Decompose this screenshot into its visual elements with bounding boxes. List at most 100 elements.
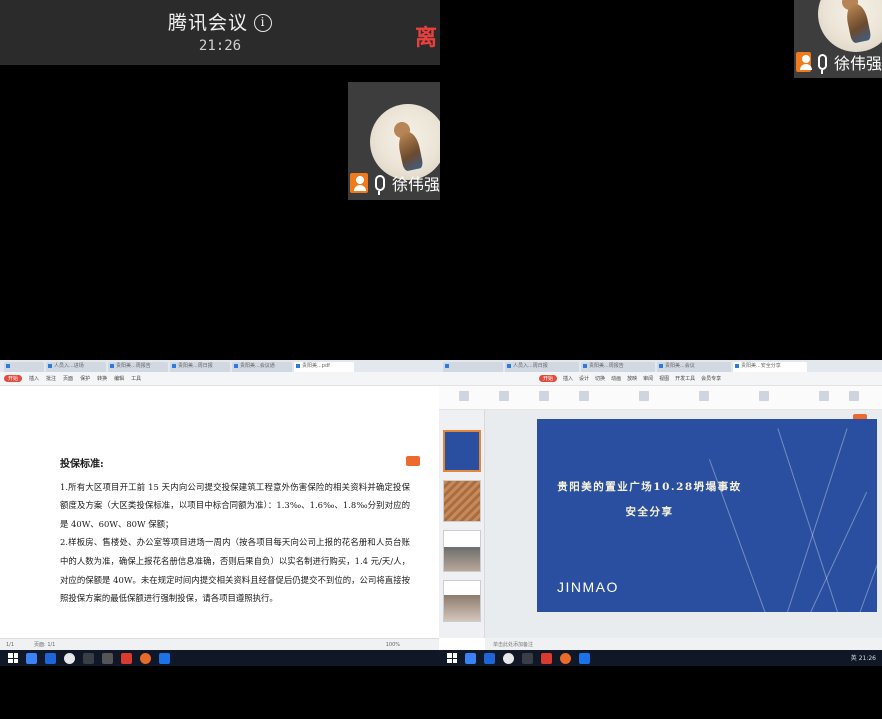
- taskbar-app-icon[interactable]: [541, 652, 552, 664]
- leave-meeting-button[interactable]: 离: [415, 20, 437, 52]
- user-icon: [350, 173, 369, 193]
- slide-title: 贵阳美的置业广场10.28坍塌事故 安全分享: [537, 475, 762, 525]
- document-status-bar: 1/1 页面: 1/1 100%: [0, 638, 440, 650]
- wps-tab[interactable]: 贵阳美...会议通: [232, 362, 292, 372]
- windows-start-icon[interactable]: [8, 653, 18, 663]
- taskbar-app-icon[interactable]: [121, 652, 132, 664]
- status-pages: 页面: 1/1: [34, 642, 56, 648]
- taskbar-app-icon[interactable]: [159, 652, 170, 664]
- document-page: 投保标准: 1.所有大区项目开工前 15 天内向公司提交投保建筑工程意外伤害保险…: [0, 390, 440, 638]
- wps-tab-active[interactable]: 贵阳美...pdf: [294, 362, 354, 372]
- info-icon[interactable]: i: [254, 14, 272, 32]
- status-page: 1/1: [6, 641, 15, 648]
- jinmao-logo: JINMAO: [557, 579, 619, 595]
- toolbar-icon[interactable]: [639, 391, 649, 401]
- windows-taskbar-right: 英 21:26: [439, 650, 882, 666]
- microphone-icon[interactable]: [818, 54, 827, 74]
- meeting-header: 腾讯会议 i 21:26 离: [0, 0, 440, 65]
- ribbon-tab[interactable]: 插入: [29, 375, 39, 382]
- ribbon-tab[interactable]: 视图: [659, 375, 669, 382]
- shared-screen-document: 人员入...进场 贵阳美...周报告 贵阳美...周日报 贵阳美...会议通 贵…: [0, 360, 440, 650]
- participant-name-bar: 徐伟强: [794, 49, 882, 75]
- toolbar-icon[interactable]: [699, 391, 709, 401]
- wps-tab[interactable]: 人员入...进场: [46, 362, 106, 372]
- document-paragraph: 2.样板房、售楼处、办公室等项目进场一周内（按各项目每天向公司上报的花名册和人员…: [60, 537, 410, 604]
- toolbar-icon[interactable]: [539, 391, 549, 401]
- status-zoom[interactable]: 100%: [386, 642, 400, 648]
- wps-tab[interactable]: [4, 362, 44, 372]
- slide-notes[interactable]: 单击此处添加备注: [485, 638, 882, 650]
- ribbon-tab[interactable]: 插入: [563, 375, 573, 382]
- toolbar-icon[interactable]: [819, 391, 829, 401]
- taskbar-app-icon[interactable]: [64, 652, 75, 664]
- meeting-clock: 21:26: [198, 38, 242, 54]
- slide-title-line2: 安全分享: [625, 506, 674, 518]
- taskbar-app-icon[interactable]: [465, 652, 476, 664]
- wps-ribbon-menu: 开始 插入 批注 页面 保护 转换 编辑 工具: [0, 372, 440, 386]
- ribbon-tab[interactable]: 保护: [80, 375, 90, 382]
- ribbon-tab[interactable]: 编辑: [114, 375, 124, 382]
- toolbar-icon[interactable]: [499, 391, 509, 401]
- ppt-toolbar: [439, 386, 882, 410]
- slide-thumbnail[interactable]: [443, 430, 481, 472]
- toolbar-icon[interactable]: [579, 391, 589, 401]
- taskbar-app-icon[interactable]: [579, 652, 590, 664]
- slide-thumbnail[interactable]: [443, 530, 481, 572]
- wps-ribbon-menu: 开始 插入 设计 切换 动画 放映 审阅 视图 开发工具 会员专享: [439, 372, 882, 386]
- ribbon-tab[interactable]: 切换: [595, 375, 605, 382]
- toolbar-icon[interactable]: [759, 391, 769, 401]
- wps-tab-bar: 人员入...进场 贵阳美...周报告 贵阳美...周日报 贵阳美...会议通 贵…: [0, 360, 440, 372]
- toolbar-icon[interactable]: [459, 391, 469, 401]
- wps-tab[interactable]: [443, 362, 503, 372]
- toolbar-icon[interactable]: [849, 391, 859, 401]
- taskbar-app-icon[interactable]: [522, 652, 533, 664]
- participant-tile[interactable]: 徐伟强: [794, 0, 882, 78]
- wps-tab[interactable]: 贵阳美...周报告: [581, 362, 655, 372]
- participant-name-bar: 徐伟强: [348, 169, 440, 197]
- wps-tab[interactable]: 人员入...周日报: [505, 362, 579, 372]
- ribbon-tab[interactable]: 放映: [627, 375, 637, 382]
- system-tray: 英 21:26: [850, 655, 876, 662]
- meeting-title: 腾讯会议 i: [0, 8, 440, 35]
- wps-tab[interactable]: 贵阳美...会议: [657, 362, 731, 372]
- taskbar-app-icon[interactable]: [102, 652, 113, 664]
- taskbar-app-icon[interactable]: [26, 652, 37, 664]
- ribbon-tab[interactable]: 开始: [539, 375, 558, 382]
- participant-tile[interactable]: 徐伟强: [348, 82, 440, 200]
- current-slide[interactable]: 贵阳美的置业广场10.28坍塌事故 安全分享 JINMAO: [537, 419, 877, 612]
- ribbon-tab[interactable]: 审阅: [643, 375, 653, 382]
- slide-thumbnail[interactable]: [443, 480, 481, 522]
- wps-tab-active[interactable]: 贵阳美...安全分享: [733, 362, 807, 372]
- microphone-icon[interactable]: [375, 175, 385, 195]
- document-paragraph: 1.所有大区项目开工前 15 天内向公司提交投保建筑工程意外伤害保险的相关资料并…: [60, 481, 410, 529]
- taskbar-app-icon[interactable]: [503, 652, 514, 664]
- windows-taskbar-left: [0, 650, 440, 666]
- windows-start-icon[interactable]: [447, 653, 457, 663]
- wps-tab[interactable]: 贵阳美...周日报: [170, 362, 230, 372]
- taskbar-app-icon[interactable]: [484, 652, 495, 664]
- ribbon-tab[interactable]: 会员专享: [701, 375, 721, 382]
- wps-tab-bar: 人员入...周日报 贵阳美...周报告 贵阳美...会议 贵阳美...安全分享: [439, 360, 882, 372]
- participant-name: 徐伟强: [391, 175, 440, 194]
- ribbon-tab[interactable]: 工具: [131, 375, 141, 382]
- taskbar-app-icon[interactable]: [45, 652, 56, 664]
- document-heading: 投保标准:: [60, 459, 104, 470]
- ribbon-tab[interactable]: 开发工具: [675, 375, 695, 382]
- ribbon-tab[interactable]: 页面: [63, 375, 73, 382]
- document-text: 投保标准: 1.所有大区项目开工前 15 天内向公司提交投保建筑工程意外伤害保险…: [60, 456, 410, 608]
- app-title: 腾讯会议: [167, 12, 248, 34]
- user-icon: [796, 52, 813, 72]
- taskbar-app-icon[interactable]: [560, 652, 571, 664]
- ribbon-tab[interactable]: 开始: [4, 375, 23, 382]
- ribbon-tab[interactable]: 批注: [46, 375, 56, 382]
- slide-canvas: 贵阳美的置业广场10.28坍塌事故 安全分享 JINMAO: [485, 410, 882, 638]
- slide-title-line1: 贵阳美的置业广场10.28坍塌事故: [557, 481, 742, 493]
- ribbon-tab[interactable]: 设计: [579, 375, 589, 382]
- wps-tab[interactable]: 贵阳美...周报告: [108, 362, 168, 372]
- taskbar-app-icon[interactable]: [140, 652, 151, 664]
- ribbon-tab[interactable]: 动画: [611, 375, 621, 382]
- slide-thumbnail[interactable]: [443, 580, 481, 622]
- ribbon-tab[interactable]: 转换: [97, 375, 107, 382]
- shared-screen-presentation: 人员入...周日报 贵阳美...周报告 贵阳美...会议 贵阳美...安全分享 …: [439, 360, 882, 650]
- taskbar-app-icon[interactable]: [83, 652, 94, 664]
